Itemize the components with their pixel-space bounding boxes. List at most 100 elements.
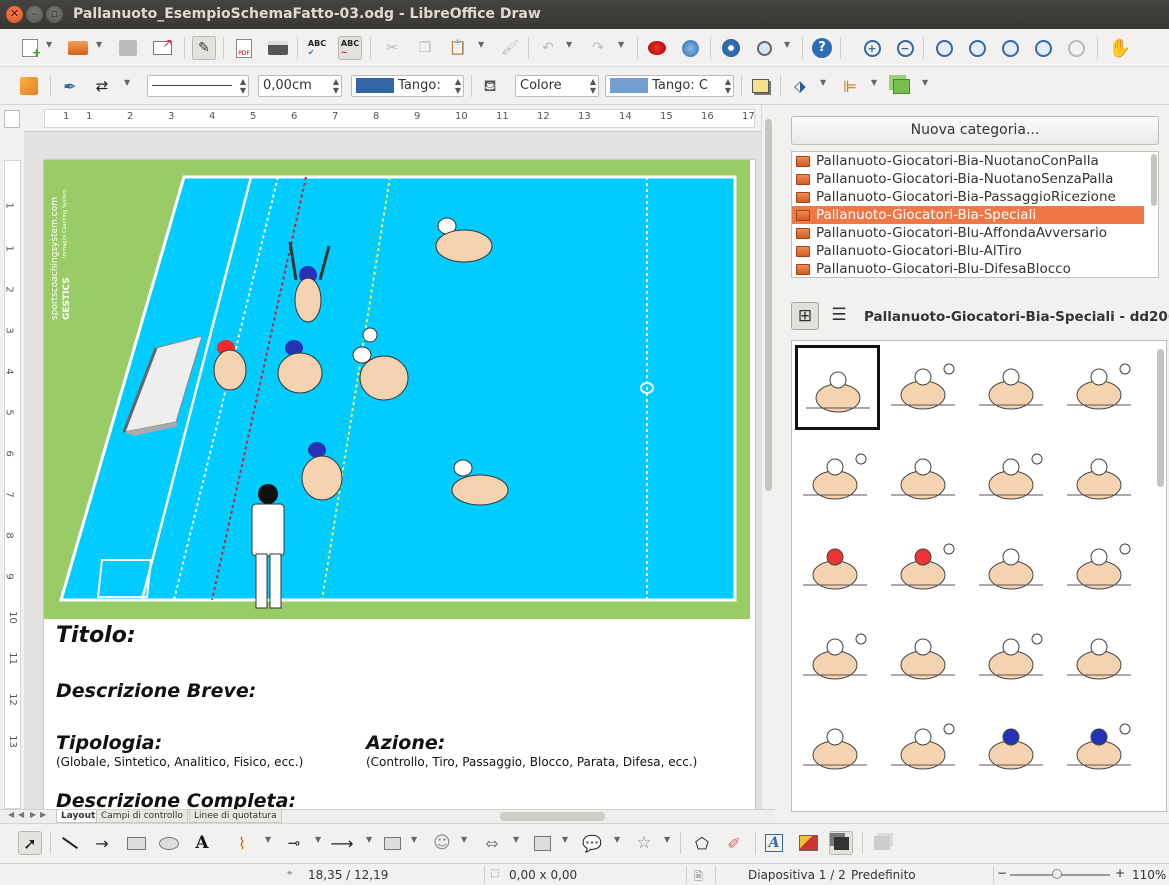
edit-file-button[interactable]: ✎ xyxy=(192,36,216,60)
gallery-items[interactable] xyxy=(791,340,1167,812)
icon-view-button[interactable]: ⊞ xyxy=(791,302,819,330)
gallery-item[interactable] xyxy=(795,705,880,790)
connector-tool-button[interactable]: ⊸ xyxy=(282,831,306,855)
theme-list-scrollbar-thumb[interactable] xyxy=(1151,154,1157,206)
gallery-item[interactable] xyxy=(1059,345,1144,430)
auto-spellcheck-button[interactable]: ABC ~ xyxy=(338,36,362,60)
gallery-item[interactable] xyxy=(1059,615,1144,700)
minimize-window-button[interactable]: – xyxy=(26,6,43,23)
gallery-item[interactable] xyxy=(971,345,1056,430)
gallery-item[interactable] xyxy=(883,345,968,430)
cut-button[interactable]: ✂ xyxy=(380,36,404,60)
tab-layout[interactable]: Layout xyxy=(56,810,101,823)
theme-item-selected[interactable]: Pallanuoto-Giocatori-Bia-Speciali xyxy=(792,206,1144,224)
lines-dropdown-arrow[interactable]: ▼ xyxy=(366,835,372,844)
vertical-ruler[interactable]: 1 1 2 3 4 5 6 7 8 9 10 11 12 13 xyxy=(0,132,24,809)
theme-item[interactable]: Pallanuoto-Giocatori-Bia-NuotanoConPalla xyxy=(792,152,1144,170)
zoom-button[interactable] xyxy=(752,36,776,60)
gallery-scrollbar-thumb[interactable] xyxy=(1157,349,1164,487)
document-modified-icon[interactable]: 🗎 xyxy=(694,868,703,885)
water-polo-field-image[interactable] xyxy=(44,160,750,619)
gallery-item-selected[interactable] xyxy=(795,345,880,430)
paste-button[interactable]: 📋 xyxy=(446,36,470,60)
align-dropdown-arrow[interactable]: ▼ xyxy=(871,78,877,87)
zoom-page-width-button[interactable] xyxy=(965,36,989,60)
gallery-item[interactable] xyxy=(795,615,880,700)
gallery-item[interactable] xyxy=(1059,795,1144,811)
flowchart-dropdown-arrow[interactable]: ▼ xyxy=(562,835,568,844)
copy-button[interactable]: ❐ xyxy=(413,36,437,60)
stars-dropdown-arrow[interactable]: ▼ xyxy=(664,835,670,844)
open-dropdown-arrow[interactable]: ▼ xyxy=(96,40,102,49)
maximize-window-button[interactable]: ▫ xyxy=(46,6,63,23)
zoom-100-button[interactable] xyxy=(932,36,956,60)
drawing-canvas[interactable]: sportscoachingsystem.com GESTICS Immagin… xyxy=(24,132,761,809)
rectangle-tool-button[interactable] xyxy=(124,831,148,855)
new-category-button[interactable]: Nuova categoria... xyxy=(791,116,1159,145)
callouts-dropdown-arrow[interactable]: ▼ xyxy=(614,835,620,844)
theme-item[interactable]: Pallanuoto-Giocatori-Bia-NuotanoSenzaPal… xyxy=(792,170,1144,188)
gallery-item[interactable] xyxy=(971,705,1056,790)
theme-item[interactable]: Pallanuoto-Giocatori-Blu-AlTiro xyxy=(792,242,1144,260)
shift-pan-button[interactable]: ✋ xyxy=(1108,36,1132,60)
vertical-scrollbar-thumb[interactable] xyxy=(765,119,772,491)
redo-button[interactable]: ↷ xyxy=(586,36,610,60)
clone-formatting-button[interactable]: 🖌 xyxy=(498,36,522,60)
block-arrows-dropdown-arrow[interactable]: ▼ xyxy=(513,835,519,844)
gallery-item[interactable] xyxy=(971,615,1056,700)
callouts-button[interactable]: 💬 xyxy=(580,831,604,855)
vertical-scrollbar[interactable] xyxy=(761,105,775,809)
arrange-button[interactable] xyxy=(889,74,913,98)
fontwork-button[interactable]: A xyxy=(762,831,786,855)
save-button[interactable] xyxy=(116,36,140,60)
symbol-shapes-dropdown-arrow[interactable]: ▼ xyxy=(461,835,467,844)
drawing-page[interactable]: sportscoachingsystem.com GESTICS Immagin… xyxy=(44,160,755,809)
export-pdf-button[interactable]: PDF xyxy=(232,36,256,60)
line-tool-button[interactable] xyxy=(58,831,82,855)
ellipse-tool-button[interactable] xyxy=(157,831,181,855)
theme-item[interactable]: Pallanuoto-Giocatori-Blu-DifesaBlocco xyxy=(792,260,1144,277)
zoom-optimal-button[interactable] xyxy=(1031,36,1055,60)
flowchart-button[interactable] xyxy=(530,831,554,855)
select-tool-button[interactable]: ➚ xyxy=(18,831,42,855)
new-document-button[interactable]: + xyxy=(18,36,42,60)
shadow-button[interactable] xyxy=(748,74,772,98)
gallery-item[interactable] xyxy=(1059,435,1144,520)
zoom-slider-knob[interactable] xyxy=(1052,869,1062,879)
first-tab-arrow[interactable]: ◀ xyxy=(8,810,14,819)
horizontal-ruler[interactable]: 1 1 2 3 4 5 6 7 8 9 10 11 12 13 14 15 16 17 xyxy=(24,105,761,132)
styles-button[interactable] xyxy=(17,74,41,98)
line-color-select[interactable]: Tango: ▲ ▼ xyxy=(351,75,464,97)
area-button[interactable]: ⛾ xyxy=(478,74,502,98)
last-tab-arrow[interactable]: ▶ xyxy=(40,810,46,819)
transformations-button[interactable]: ⬗ xyxy=(788,74,812,98)
gallery-item[interactable] xyxy=(795,525,880,610)
area-style-select[interactable]: Colore ▲ ▼ xyxy=(515,75,599,97)
gallery-theme-list[interactable]: Pallanuoto-Giocatori-Bia-NuotanoConPalla… xyxy=(791,151,1159,278)
detailed-view-button[interactable]: ☰ xyxy=(825,302,853,330)
stars-button[interactable]: ☆ xyxy=(632,831,656,855)
basic-shapes-dropdown-arrow[interactable]: ▼ xyxy=(411,835,417,844)
hyperlink-button[interactable] xyxy=(678,36,702,60)
theme-item[interactable]: Pallanuoto-Giocatori-Bia-PassaggioRicezi… xyxy=(792,188,1144,206)
close-window-button[interactable]: ✕ xyxy=(6,6,23,23)
line-width-field[interactable]: 0,00cm ▲ ▼ xyxy=(258,75,342,97)
line-style-select[interactable]: ▲ ▼ xyxy=(147,75,249,97)
gallery-item[interactable] xyxy=(1059,525,1144,610)
toggle-extrusion-button[interactable] xyxy=(829,831,853,855)
prev-tab-arrow[interactable]: ◀ xyxy=(18,810,24,819)
next-tab-arrow[interactable]: ▶ xyxy=(30,810,36,819)
toggle-3d-button[interactable] xyxy=(870,831,894,855)
zoom-out-button[interactable]: − xyxy=(893,36,917,60)
gallery-item[interactable] xyxy=(971,435,1056,520)
horizontal-scrollbar-thumb[interactable] xyxy=(500,812,605,821)
arrange-dropdown-arrow[interactable]: ▼ xyxy=(922,78,928,87)
gallery-item[interactable] xyxy=(971,795,1056,811)
tab-campi-di-controllo[interactable]: Campi di controllo xyxy=(96,810,188,823)
gallery-item[interactable] xyxy=(883,705,968,790)
zoom-whole-page-button[interactable] xyxy=(998,36,1022,60)
undo-button[interactable]: ↶ xyxy=(536,36,560,60)
navigator-button[interactable] xyxy=(719,36,743,60)
send-email-button[interactable]: ↗ xyxy=(150,36,174,60)
symbol-shapes-button[interactable]: ☺ xyxy=(430,831,454,855)
